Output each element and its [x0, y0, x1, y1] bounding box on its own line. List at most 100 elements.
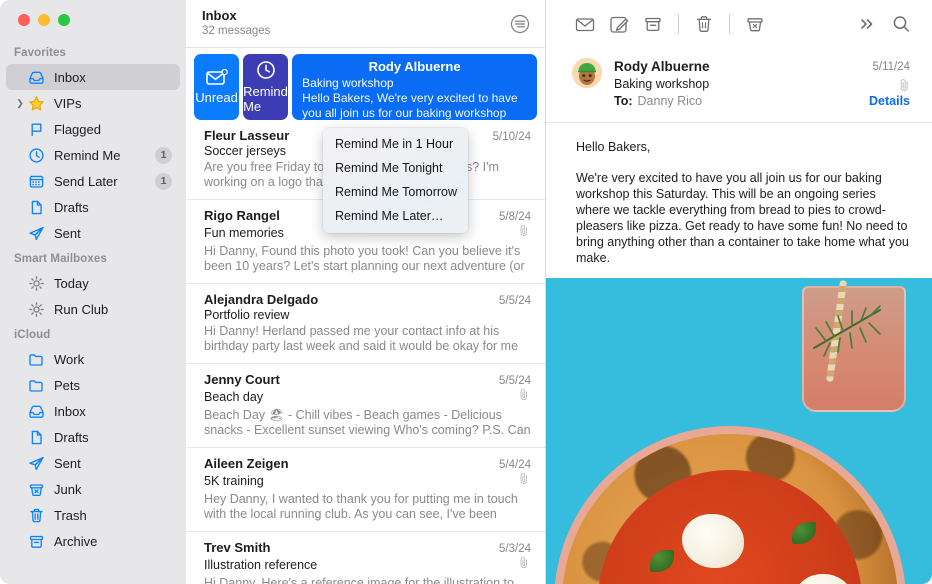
sidebar-item-label: Junk — [54, 481, 82, 497]
message-list-body[interactable]: Unread Remind Me Rody Albuerne Baking wo… — [186, 48, 545, 584]
document-icon — [25, 429, 47, 446]
selected-message-top: Rody Albuerne — [302, 59, 527, 74]
selected-message-subject: Baking workshop — [302, 76, 394, 90]
close-button[interactable] — [18, 14, 30, 26]
sidebar-item-inbox[interactable]: Inbox — [6, 64, 180, 90]
selected-message-row[interactable]: Rody Albuerne Baking workshop Hello Bake… — [292, 54, 537, 120]
message-list-item[interactable]: Jenny Court 5/5/24 Beach day Beach Day 🏖 - … — [186, 364, 545, 448]
zoom-button[interactable] — [58, 14, 70, 26]
message-list-item[interactable]: Alejandra Delgado 5/5/24 Portfolio review H… — [186, 284, 545, 364]
message-item-mid: 5K training — [204, 472, 531, 490]
paperclip-icon — [519, 556, 531, 574]
rosemary-sprig — [813, 305, 881, 357]
sidebar-item-drafts[interactable]: Drafts — [6, 194, 180, 220]
mozzarella — [682, 514, 744, 568]
context-menu-item[interactable]: Remind Me Tonight — [323, 156, 468, 180]
unread-badge: 1 — [155, 146, 172, 164]
unread-badge: 1 — [155, 172, 172, 190]
message-sender: Trev Smith — [204, 540, 271, 555]
message-list-item[interactable]: Trev Smith 5/3/24 Illustration reference Hi… — [186, 532, 545, 584]
chevrons-right-icon — [861, 19, 873, 29]
sender-name: Rody Albuerne — [614, 59, 710, 74]
sidebar-item-trash[interactable]: Trash — [6, 502, 180, 528]
message-item-top: Alejandra Delgado 5/5/24 — [204, 292, 531, 307]
junk-icon — [25, 481, 47, 498]
message-date: 5/3/24 — [499, 543, 531, 555]
message-date: 5/5/24 — [499, 375, 531, 387]
sidebar-item-work[interactable]: Work — [6, 346, 180, 372]
mailbox-title-block: Inbox 32 messages — [202, 8, 509, 39]
paper-plane-icon — [25, 225, 47, 242]
junk-button[interactable] — [738, 9, 772, 39]
sidebar-item-inbox[interactable]: Inbox — [6, 398, 180, 424]
sidebar-item-pets[interactable]: Pets — [6, 372, 180, 398]
archive-button[interactable] — [636, 9, 670, 39]
sidebar-item-run-club[interactable]: Run Club — [6, 296, 180, 322]
filter-icon[interactable] — [509, 13, 531, 35]
sidebar-item-flagged[interactable]: Flagged — [6, 116, 180, 142]
sidebar-item-junk[interactable]: Junk — [6, 476, 180, 502]
delete-button[interactable] — [687, 9, 721, 39]
trash-icon — [696, 16, 712, 32]
sidebar-section-header: Favorites — [14, 47, 67, 59]
gear-icon — [25, 275, 47, 292]
inbox-icon — [25, 69, 47, 86]
paperclip-icon — [519, 224, 531, 242]
recipient-line: To: Danny Rico — [614, 93, 869, 110]
message-date: 5/10/24 — [492, 131, 531, 143]
search-button[interactable] — [884, 9, 918, 39]
message-header-main: Rody Albuerne Baking workshop To: Danny R… — [614, 58, 869, 110]
remind-me-context-menu[interactable]: Remind Me in 1 Hour Remind Me Tonight Remi… — [323, 128, 468, 233]
details-link[interactable]: Details — [869, 93, 910, 110]
sidebar-item-today[interactable]: Today — [6, 270, 180, 296]
sidebar-item-sent[interactable]: Sent — [6, 220, 180, 246]
message-sender: Aileen Zeigen — [204, 456, 289, 471]
flag-icon — [25, 121, 47, 138]
folder-icon — [25, 377, 47, 394]
message-item-top: Trev Smith 5/3/24 — [204, 540, 531, 555]
message-header-meta: 5/11/24 Details — [869, 58, 910, 110]
mail-window: Favorites Inbox ❯ VIPs Flagged Remind Me 1 Send… — [0, 0, 932, 584]
sidebar-item-label: Sent — [54, 225, 81, 241]
mark-unread-button[interactable] — [568, 9, 602, 39]
sidebar-item-label: Flagged — [54, 121, 101, 137]
selected-message-preview: Hello Bakers, We're very excited to have… — [302, 91, 518, 120]
sidebar-item-archive[interactable]: Archive — [6, 528, 180, 554]
swipe-remind-button[interactable]: Remind Me — [243, 54, 289, 120]
envelope-icon — [575, 18, 595, 32]
traffic-lights — [0, 0, 186, 40]
message-subject: Beach day — [204, 390, 264, 404]
compose-button[interactable] — [602, 9, 636, 39]
inbox-icon — [25, 403, 47, 420]
message-preview: Hi Danny, Here's a reference image for t… — [204, 576, 514, 584]
sidebar-item-label: Trash — [54, 507, 87, 523]
sidebar-item-drafts[interactable]: Drafts — [6, 424, 180, 450]
sidebar-item-sent[interactable]: Sent — [6, 450, 180, 476]
sidebar-item-label: Inbox — [54, 69, 86, 85]
message-date: 5/5/24 — [499, 295, 531, 307]
message-count: 32 messages — [202, 25, 271, 37]
message-subject: 5K training — [204, 474, 264, 488]
swipe-unread-button[interactable]: Unread — [194, 54, 240, 120]
message-item-top: Jenny Court 5/5/24 — [204, 372, 531, 387]
context-menu-item[interactable]: Remind Me Tomorrow — [323, 180, 468, 204]
page-title: Inbox — [202, 8, 237, 23]
message-subject: Illustration reference — [204, 558, 318, 572]
minimize-button[interactable] — [38, 14, 50, 26]
context-menu-item[interactable]: Remind Me Later… — [323, 204, 468, 228]
sidebar-item-send-later[interactable]: Send Later 1 — [6, 168, 180, 194]
star-icon — [25, 95, 47, 112]
context-menu-item[interactable]: Remind Me in 1 Hour — [323, 132, 468, 156]
message-list-header: Inbox 32 messages — [186, 0, 545, 48]
message-date: 5/8/24 — [499, 211, 531, 223]
message-body: Hello Bakers, We're very excited to have… — [546, 123, 932, 278]
message-list-item[interactable]: Aileen Zeigen 5/4/24 5K training Hey Danny,… — [186, 448, 545, 532]
message-item-mid: Beach day — [204, 388, 531, 406]
sidebar-item-label: Remind Me — [54, 147, 121, 163]
sidebar-item-remind-me[interactable]: Remind Me 1 — [6, 142, 180, 168]
more-button[interactable] — [850, 9, 884, 39]
sidebar-item-label: Drafts — [54, 199, 89, 215]
sidebar-item-vips[interactable]: ❯ VIPs — [6, 90, 180, 116]
sidebar-section-header: iCloud — [14, 329, 51, 341]
message-subject: Portfolio review — [204, 308, 290, 322]
